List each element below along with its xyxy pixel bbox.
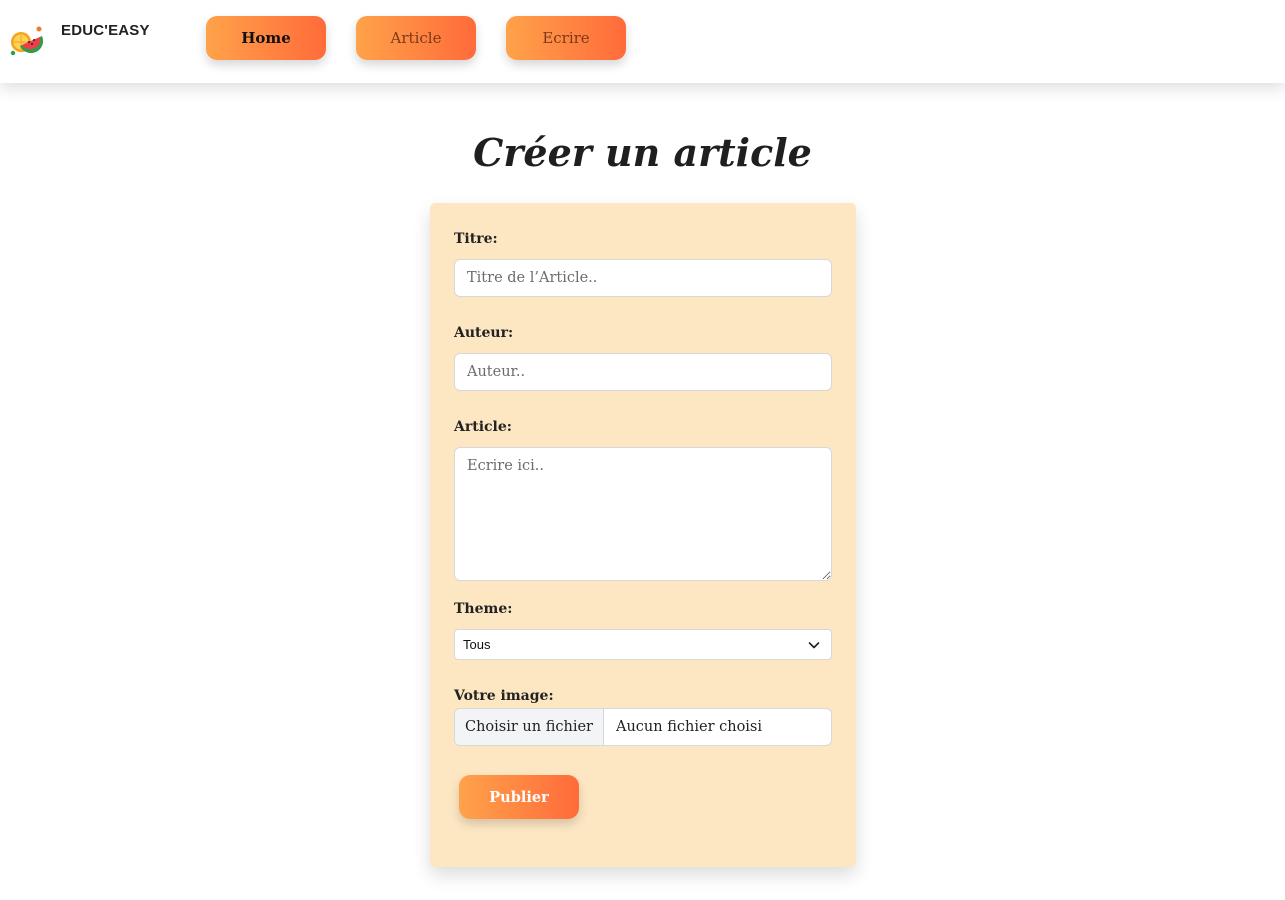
article-label: Article:	[454, 419, 512, 435]
author-label: Auteur:	[454, 325, 514, 341]
author-input[interactable]	[454, 353, 832, 391]
choose-file-button[interactable]: Choisir un fichier	[455, 709, 604, 745]
nav-ecrire-button[interactable]: Ecrire	[506, 16, 626, 60]
publish-button[interactable]: Publier	[459, 775, 579, 819]
top-navbar: EDUC'EASY Home Article Ecrire	[0, 0, 1285, 83]
brand-name[interactable]: EDUC'EASY	[61, 22, 150, 39]
title-label: Titre:	[454, 231, 498, 247]
image-file-input[interactable]: Choisir un fichier Aucun fichier choisi	[454, 708, 832, 746]
chevron-down-icon	[808, 641, 820, 648]
file-status: Aucun fichier choisi	[616, 719, 763, 735]
theme-select[interactable]: Tous	[454, 629, 832, 660]
image-label: Votre image:	[454, 688, 554, 704]
watermelon-orange-logo-icon[interactable]	[8, 22, 46, 58]
nav-article-button[interactable]: Article	[356, 16, 476, 60]
theme-label: Theme:	[454, 601, 513, 617]
theme-selected-value: Tous	[463, 637, 491, 652]
title-input[interactable]	[454, 259, 832, 297]
article-textarea[interactable]	[454, 447, 832, 581]
article-form: Titre: Auteur: Article: Theme: Tous Votr…	[430, 203, 856, 867]
nav-home-button[interactable]: Home	[206, 16, 326, 60]
page-title: Créer un article	[473, 130, 812, 175]
